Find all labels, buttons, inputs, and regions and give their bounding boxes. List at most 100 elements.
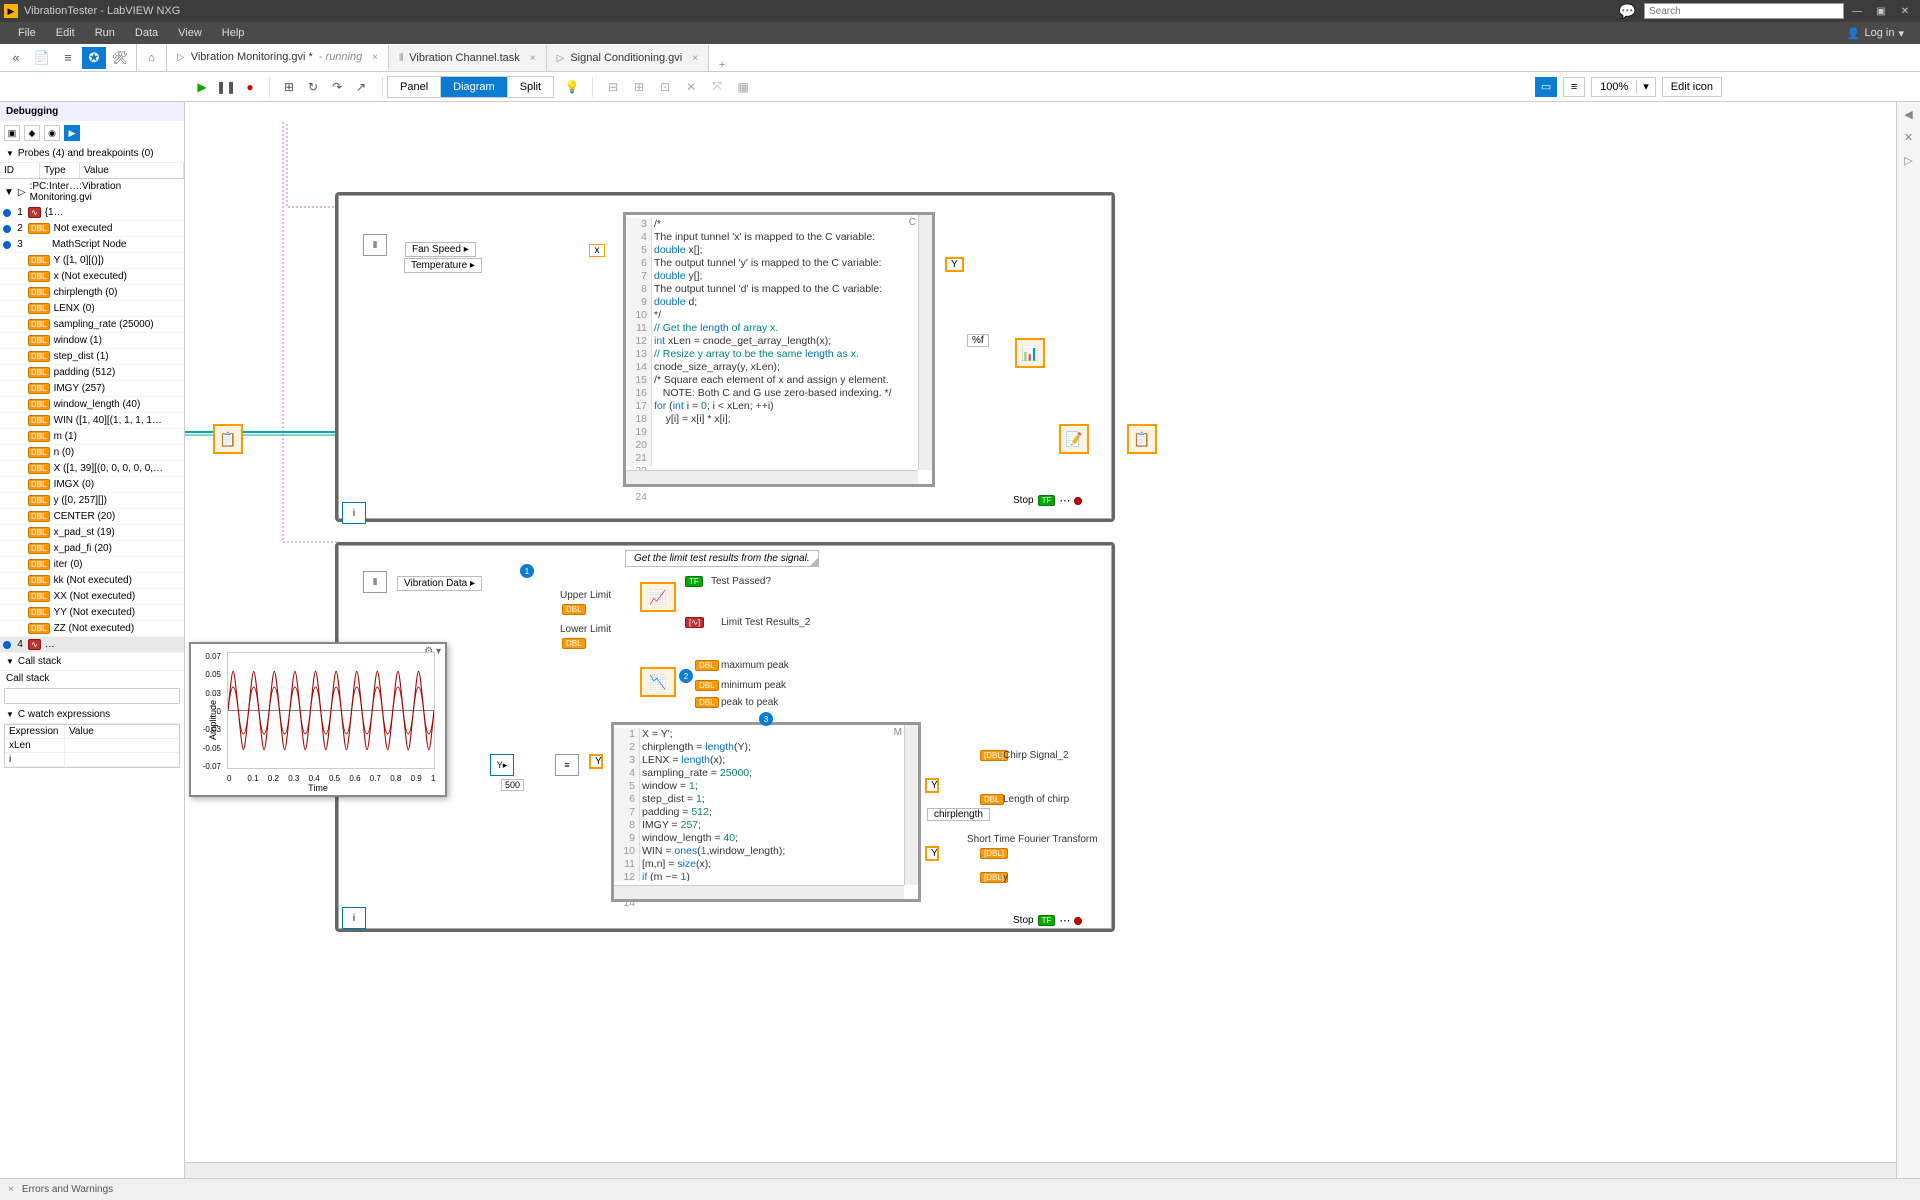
grid-icon[interactable]: ▦ [733, 77, 753, 97]
debug-view-button[interactable]: ✪ [82, 47, 106, 69]
format-string[interactable]: %f [967, 334, 989, 347]
list-view-button[interactable]: ≡ [56, 47, 80, 69]
zoom-dropdown-icon[interactable]: ▾ [1636, 80, 1655, 93]
menu-file[interactable]: File [8, 22, 46, 44]
code-content[interactable]: /*The input tunnel 'x' is mapped to the … [654, 218, 918, 466]
probe-row[interactable]: DBLXX (Not executed) [0, 589, 184, 605]
probe-row[interactable]: DBLIMGY (257) [0, 381, 184, 397]
close-rail-icon[interactable]: ✕ [1904, 131, 1913, 144]
tools-button[interactable]: 🛠 [108, 47, 132, 69]
abort-button[interactable]: ● [241, 78, 259, 96]
probe-row[interactable]: DBLCENTER (20) [0, 509, 184, 525]
index-node[interactable]: ⫴ [363, 234, 387, 256]
diagram-canvas[interactable]: ⫴ Fan Speed ▸ Temperature ▸ x 📋 C 345678… [185, 102, 1896, 1178]
pause-button[interactable]: ❚❚ [217, 78, 235, 96]
probe-row[interactable]: DBLstep_dist (1) [0, 349, 184, 365]
limit-test-node[interactable]: 📈 [640, 582, 676, 612]
probe-row[interactable]: DBLx (Not executed) [0, 269, 184, 285]
edit-icon-button[interactable]: Edit icon [1662, 77, 1722, 97]
add-tab-button[interactable]: + [709, 59, 735, 71]
diagram-tab[interactable]: Diagram [441, 77, 508, 97]
maximize-button[interactable]: ▣ [1870, 3, 1892, 19]
probe-row[interactable]: DBLYY (Not executed) [0, 605, 184, 621]
tab-close-icon[interactable]: × [372, 52, 378, 63]
probe-row[interactable]: DBLn (0) [0, 445, 184, 461]
close-button[interactable]: ✕ [1894, 3, 1916, 19]
probes-icon[interactable]: ▣ [4, 125, 20, 141]
probe-row[interactable]: DBLy ([0, 257][]) [0, 493, 184, 509]
y-output-terminal-2[interactable]: Y [925, 778, 939, 793]
probe-row[interactable]: 2DBLNot executed [0, 221, 184, 237]
probe-row[interactable]: DBLZZ (Not executed) [0, 621, 184, 637]
cwatch-row[interactable]: xLen [5, 739, 179, 753]
probe-row[interactable]: 4∿… [0, 637, 184, 653]
breakpoint-2[interactable]: 2 [679, 669, 693, 683]
list-button[interactable]: ≡ [1563, 77, 1585, 97]
minimize-button[interactable]: — [1846, 3, 1868, 19]
breakpoints-icon[interactable]: ◆ [24, 125, 40, 141]
callstack-section[interactable]: ▼ Call stack [0, 653, 184, 671]
stop-led[interactable] [1074, 917, 1082, 925]
cleanup-icon[interactable]: ✕ [681, 77, 701, 97]
probes-section-header[interactable]: ▼ Probes (4) and breakpoints (0) [0, 145, 184, 163]
probe-row[interactable]: DBLX ([1, 39][(0, 0, 0, 0, 0,… [0, 461, 184, 477]
new-file-button[interactable]: 📄 [30, 47, 54, 69]
c-code-node[interactable]: C 3456789101112131415161718192021222324 … [623, 212, 935, 487]
constant-500[interactable]: 500 [501, 779, 524, 791]
subvi-input[interactable]: 📋 [213, 424, 243, 454]
bottom-close-icon[interactable]: × [8, 1184, 14, 1195]
iteration-terminal[interactable]: i [342, 502, 366, 524]
scrollbar-vertical[interactable] [904, 725, 918, 885]
subvi-output-2[interactable]: 📋 [1127, 424, 1157, 454]
step-into-button[interactable]: ↻ [304, 78, 322, 96]
login-link[interactable]: 👤 Log in ▾ [1839, 27, 1912, 40]
distribute-icon[interactable]: ⊞ [629, 77, 649, 97]
step-over-button[interactable]: ↷ [328, 78, 346, 96]
peak-detect-node[interactable]: 📉 [640, 667, 676, 697]
index-node-2[interactable]: ⫴ [363, 571, 387, 593]
fit-button[interactable]: ▭ [1535, 77, 1557, 97]
probe-row[interactable]: DBLm (1) [0, 429, 184, 445]
active-debug-icon[interactable]: ▶ [64, 125, 80, 141]
format-node[interactable]: 📊 [1015, 338, 1045, 368]
back-button[interactable]: « [4, 47, 28, 69]
comment-box[interactable]: Get the limit test results from the sign… [625, 550, 819, 567]
run-button[interactable]: ▶ [193, 78, 211, 96]
probe-row[interactable]: DBLsampling_rate (25000) [0, 317, 184, 333]
probe-row[interactable]: DBLwindow (1) [0, 333, 184, 349]
callstack-input[interactable] [4, 688, 180, 704]
probe-row[interactable]: DBLwindow_length (40) [0, 397, 184, 413]
code-content[interactable]: X = Y';chirplength = length(Y);LENX = le… [642, 728, 904, 881]
watch-icon[interactable]: ◉ [44, 125, 60, 141]
tab-vibration-monitoring[interactable]: ▷ Vibration Monitoring.gvi * - running × [167, 45, 389, 71]
menu-edit[interactable]: Edit [46, 22, 85, 44]
bottom-bar[interactable]: × Errors and Warnings [0, 1178, 1920, 1200]
tab-vibration-channel[interactable]: ⫴ Vibration Channel.task × [389, 45, 547, 71]
probe-row[interactable]: 1∿{1… [0, 205, 184, 221]
probe-row[interactable]: DBLpadding (512) [0, 365, 184, 381]
expand-icon[interactable]: ◀ [1904, 108, 1912, 121]
probe-row[interactable]: DBLIMGX (0) [0, 477, 184, 493]
probe-row[interactable]: DBLx_pad_fi (20) [0, 541, 184, 557]
y-output-terminal-3[interactable]: Y [925, 846, 939, 861]
tab-signal-conditioning[interactable]: ▷ Signal Conditioning.gvi × [547, 45, 709, 71]
scrollbar-horizontal[interactable] [614, 885, 904, 899]
group-icon[interactable]: ⊡ [655, 77, 675, 97]
probe-row[interactable]: DBLx_pad_st (19) [0, 525, 184, 541]
vibration-data-label[interactable]: Vibration Data ▸ [397, 576, 482, 591]
menu-help[interactable]: Help [212, 22, 255, 44]
bulb-icon[interactable]: 💡 [562, 77, 582, 97]
probe-row[interactable]: DBLchirplength (0) [0, 285, 184, 301]
highlight-execution-button[interactable]: ⊞ [280, 78, 298, 96]
probe-row[interactable]: DBLiter (0) [0, 557, 184, 573]
probe-row[interactable]: DBLkk (Not executed) [0, 573, 184, 589]
mathscript-node[interactable]: M 1234567891011121314 X = Y';chirplength… [611, 722, 921, 902]
run-rail-icon[interactable]: ▷ [1904, 154, 1912, 167]
breakpoint-1[interactable]: 1 [520, 564, 534, 578]
probe-row[interactable]: DBLLENX (0) [0, 301, 184, 317]
scrollbar-vertical[interactable] [918, 215, 932, 470]
probe-float-window[interactable]: ⚙ ▾ Amplitude Time 0.070.050.030-0.03-0.… [189, 642, 447, 797]
align-left-icon[interactable]: ⊟ [603, 77, 623, 97]
chirplength-terminal[interactable]: chirplength [927, 808, 990, 821]
y-output-terminal[interactable]: Y [945, 257, 964, 272]
